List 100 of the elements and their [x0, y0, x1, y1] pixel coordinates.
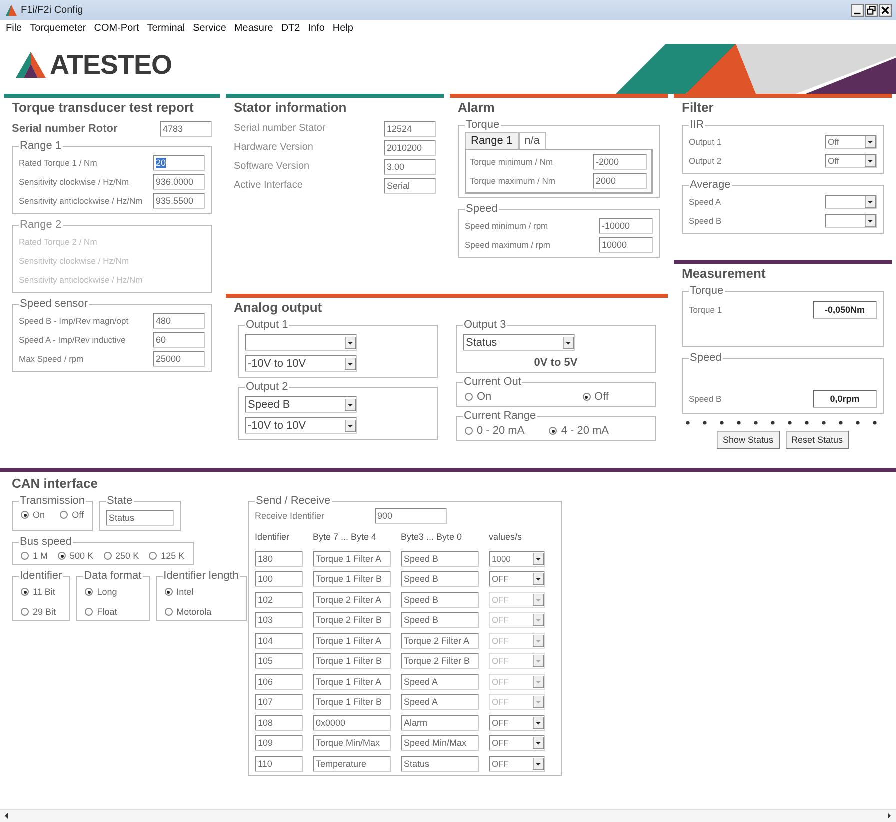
dropdown[interactable]: Status — [463, 334, 575, 351]
text-field[interactable]: 480 — [153, 312, 205, 328]
text-field[interactable]: Status — [106, 510, 174, 526]
dropdown-arrow-icon — [865, 196, 876, 208]
text-field[interactable]: 0x0000 — [313, 714, 391, 730]
tab[interactable]: n/a — [518, 132, 546, 149]
menu-item[interactable]: Terminal — [147, 22, 186, 34]
dropdown-arrow-icon — [345, 358, 356, 370]
radio-option[interactable]: 250 K — [104, 551, 140, 561]
dropdown[interactable]: -10V to 10V — [245, 355, 357, 372]
dropdown[interactable]: OFF — [489, 735, 545, 751]
text-field[interactable]: 12524 — [384, 120, 436, 136]
text-field[interactable]: Status — [401, 756, 479, 772]
push-button[interactable]: Show Status — [716, 431, 780, 449]
text-field[interactable]: 935.5500 — [153, 192, 205, 208]
text-field[interactable]: 4783 — [160, 120, 212, 136]
radio-option[interactable]: Off — [582, 391, 609, 403]
dropdown-arrow-icon — [865, 214, 876, 226]
readout-field: -0,050Nm — [813, 300, 877, 318]
radio-option[interactable]: Off — [60, 510, 84, 520]
menu-item[interactable]: Service — [193, 22, 226, 34]
group-title: Transmission — [19, 495, 86, 507]
text-field[interactable]: Torque Min/Max — [313, 735, 391, 751]
text-field[interactable]: 25000 — [153, 350, 205, 366]
text-field[interactable]: 3.00 — [384, 158, 436, 174]
text-field[interactable]: Serial — [384, 178, 436, 194]
text-field[interactable]: Speed Min/Max — [401, 735, 479, 751]
group-title: Range 1 — [19, 140, 63, 152]
text-field[interactable]: Torque 1 Filter A — [313, 550, 391, 566]
dropdown[interactable]: OFF — [489, 756, 545, 772]
group-title: Current Out — [463, 376, 522, 388]
group-title: IIR — [689, 119, 706, 131]
dropdown[interactable]: Off — [825, 134, 877, 148]
radio-option[interactable]: Intel — [164, 587, 238, 597]
logo-icon — [16, 52, 46, 78]
text-field[interactable]: 936.0000 — [153, 174, 205, 190]
menu-item[interactable]: DT2 — [281, 22, 300, 34]
text-field[interactable]: 60 — [153, 332, 205, 348]
text-field[interactable]: Speed B — [401, 571, 479, 587]
text-field[interactable]: 10000 — [599, 236, 653, 252]
dropdown[interactable] — [825, 194, 877, 208]
field-label: Speed minimum / rpm — [465, 220, 548, 230]
text-field[interactable]: 100 — [255, 571, 303, 587]
field-label: Serial number Stator — [234, 123, 326, 134]
dropdown-arrow-icon — [563, 336, 574, 348]
radio-option[interactable]: 0 - 20 mA — [465, 425, 525, 437]
minimize-icon[interactable] — [851, 4, 864, 16]
field-label: Software Version — [234, 161, 310, 172]
text-field[interactable]: 20 — [153, 154, 205, 170]
text-field[interactable]: -2000 — [593, 154, 647, 170]
group-title: Torque — [465, 119, 501, 131]
dropdown[interactable]: -10V to 10V — [245, 417, 357, 434]
dropdown[interactable]: OFF — [489, 571, 545, 587]
dropdown-arrow-icon — [865, 154, 876, 166]
push-button[interactable]: Reset Status — [786, 431, 850, 449]
text-field[interactable]: 180 — [255, 550, 303, 566]
restore-icon[interactable] — [865, 4, 878, 16]
menu-item[interactable]: Torquemeter — [30, 22, 86, 34]
text-field[interactable]: Speed B — [401, 550, 479, 566]
group-title: Speed sensor — [19, 298, 89, 310]
close-icon[interactable] — [879, 4, 892, 16]
radio-option[interactable]: 500 K — [58, 551, 94, 561]
dropdown[interactable]: OFF — [489, 714, 545, 730]
radio-option[interactable]: 4 - 20 mA — [549, 425, 609, 437]
text-field[interactable]: -10000 — [599, 218, 653, 234]
dropdown[interactable] — [825, 214, 877, 228]
text-field[interactable]: Temperature — [313, 756, 391, 772]
radio-option[interactable]: Float — [85, 607, 141, 617]
field-label: Rated Torque 1 / Nm — [19, 158, 98, 168]
text-field[interactable]: 110 — [255, 756, 303, 772]
dropdown[interactable]: Off — [825, 154, 877, 168]
dropdown[interactable] — [245, 334, 357, 351]
radio-option[interactable]: 125 K — [149, 551, 185, 561]
radio-option[interactable]: Long — [85, 587, 141, 597]
field-label: Speed A — [689, 196, 722, 206]
radio-option[interactable]: 1 M — [21, 551, 48, 561]
group-title: Output 2 — [245, 381, 290, 393]
radio-option[interactable]: On — [465, 391, 492, 403]
field-label: Active Interface — [234, 180, 303, 191]
horizontal-scrollbar[interactable] — [0, 809, 896, 822]
radio-option[interactable]: 29 Bit — [21, 607, 62, 617]
radio-option[interactable]: 11 Bit — [21, 587, 62, 597]
menu-item[interactable]: Measure — [234, 22, 274, 34]
text-field[interactable]: 109 — [255, 735, 303, 751]
dropdown-arrow-icon — [345, 336, 356, 348]
dropdown[interactable]: Speed B — [245, 396, 357, 413]
radio-option[interactable]: Motorola — [164, 607, 238, 617]
tab[interactable]: Range 1 — [465, 132, 519, 149]
menu-item[interactable]: COM-Port — [94, 22, 140, 34]
text-field[interactable]: 2010200 — [384, 140, 436, 156]
text-field[interactable]: Alarm — [401, 714, 479, 730]
menu-item[interactable]: Info — [308, 22, 325, 34]
text-field[interactable]: 2000 — [593, 172, 647, 188]
text-field[interactable]: Torque 1 Filter B — [313, 571, 391, 587]
radio-option[interactable]: On — [21, 510, 46, 520]
text-field[interactable]: 108 — [255, 714, 303, 730]
dropdown[interactable]: 1000 — [489, 550, 545, 566]
text-field[interactable]: 900 — [374, 508, 447, 524]
menu-item[interactable]: Help — [332, 22, 354, 34]
menu-item[interactable]: File — [6, 22, 22, 34]
